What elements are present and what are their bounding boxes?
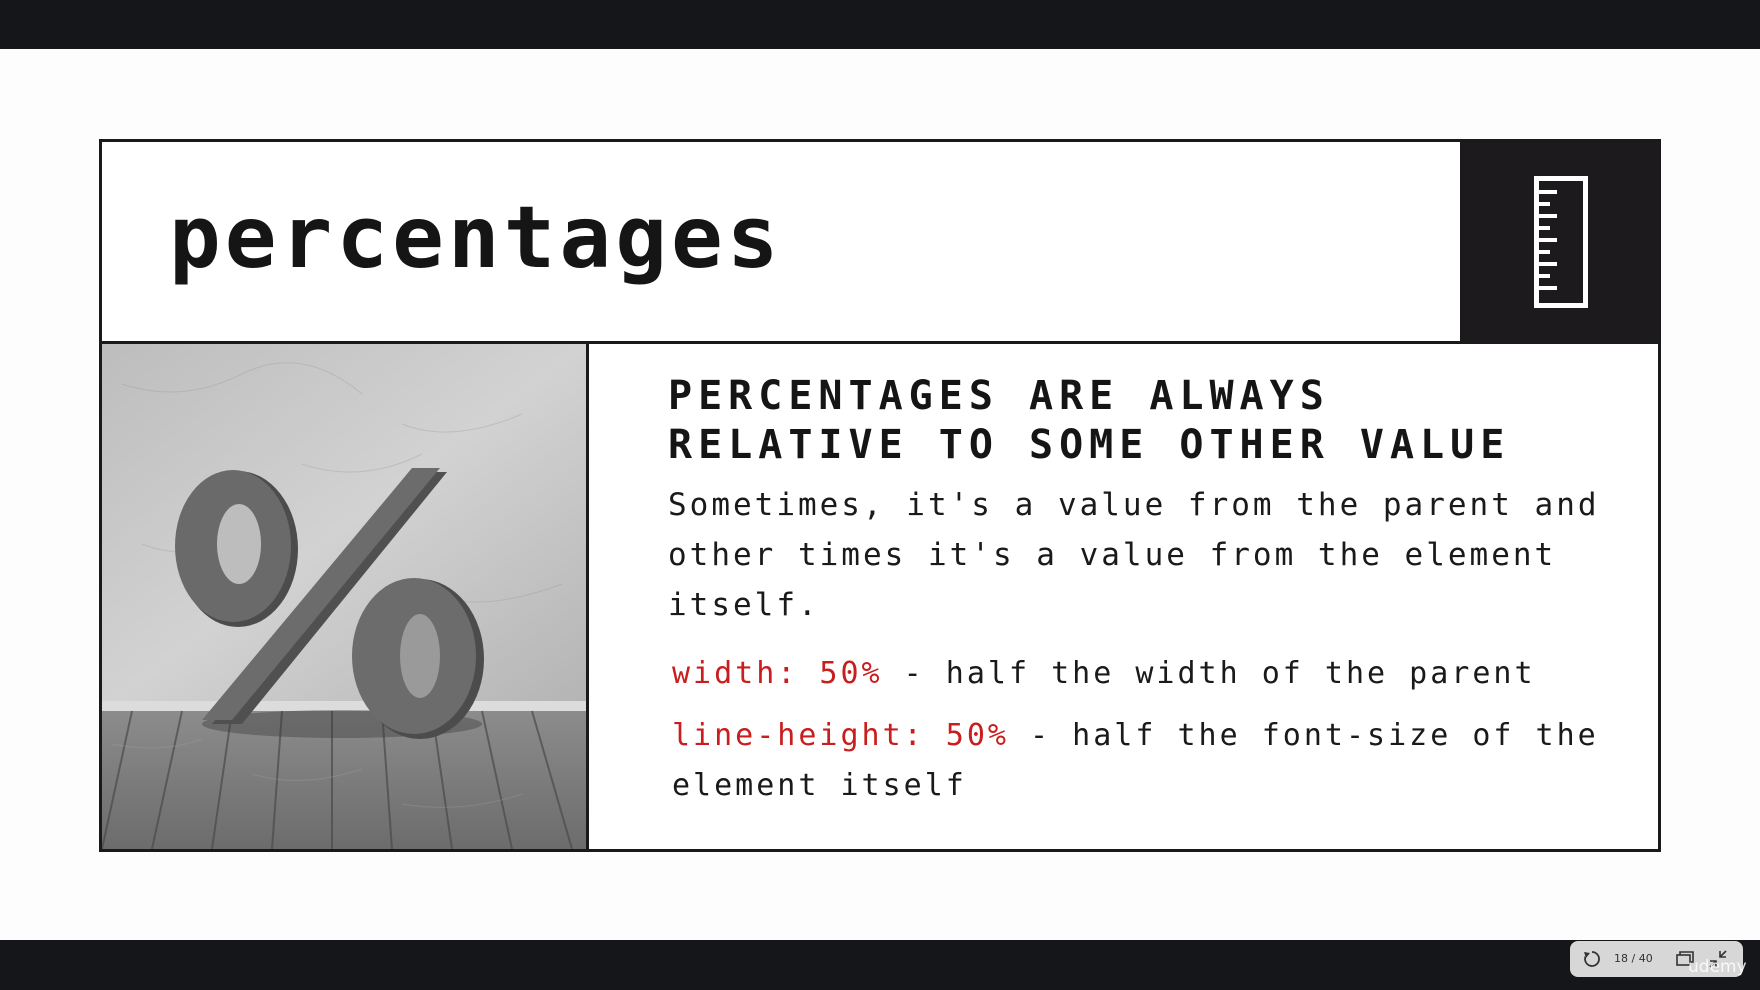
headline-line-1: PERCENTAGES ARE ALWAYS: [668, 373, 1330, 419]
code-snippet: line-height: 50%: [672, 718, 1009, 753]
udemy-watermark: udemy: [1688, 957, 1747, 977]
replay-icon[interactable]: [1582, 949, 1602, 969]
icon-box: [1463, 142, 1658, 344]
letterbox-bottom: [0, 940, 1760, 990]
code-snippet: width: 50%: [672, 656, 883, 691]
slide-title: percentages: [169, 188, 783, 288]
example-description: - half the width of the parent: [882, 656, 1536, 691]
slide: percentages PERCENTAGES ARE ALWAYS RELAT…: [99, 139, 1661, 852]
letterbox-top: [0, 0, 1760, 49]
content-panel: PERCENTAGES ARE ALWAYS RELATIVE TO SOME …: [589, 344, 1658, 849]
headline-line-2: RELATIVE TO SOME OTHER VALUE: [668, 422, 1511, 468]
title-box: percentages: [102, 142, 1463, 344]
percent-sign-image: [102, 344, 589, 849]
slide-headline: PERCENTAGES ARE ALWAYS RELATIVE TO SOME …: [668, 372, 1628, 470]
page-counter: 18 / 40: [1614, 952, 1653, 965]
example-width: width: 50% - half the width of the paren…: [672, 649, 1632, 699]
ruler-icon: [1534, 176, 1588, 308]
example-line-height: line-height: 50% - half the font-size of…: [672, 711, 1632, 811]
percent-sign-illustration: [102, 344, 586, 849]
body-text: Sometimes, it's a value from the parent …: [668, 487, 1600, 623]
